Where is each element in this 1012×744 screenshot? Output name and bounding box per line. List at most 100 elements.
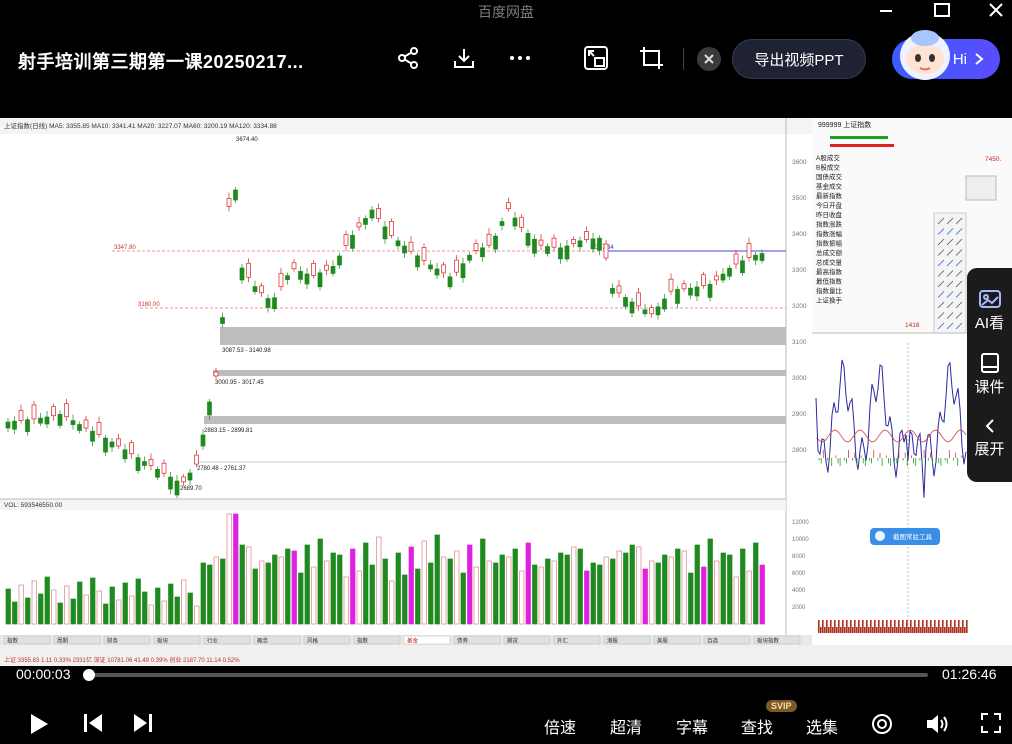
candle-body (181, 476, 186, 483)
candle-body (18, 410, 24, 421)
volume-bar (395, 552, 401, 625)
bottom-tab-label: 财务 (107, 637, 119, 645)
volume-bar (714, 560, 720, 625)
intraday-volume-bar (856, 627, 858, 633)
intraday-volume-bar (910, 620, 912, 633)
loop-button[interactable] (870, 712, 894, 736)
minimize-button[interactable] (866, 0, 906, 20)
volume-bar (525, 542, 531, 625)
candle-body (525, 233, 531, 246)
candle-body (350, 234, 355, 249)
low-label: 2689.70 (180, 486, 202, 492)
bottom-tab-label: 港股 (607, 637, 619, 645)
intraday-volume-bar (822, 620, 824, 633)
volume-bar (675, 548, 681, 625)
volume-bar (324, 560, 330, 625)
intraday-volume-bar (924, 627, 926, 633)
volume-bar (753, 542, 759, 625)
expand-panel-button[interactable]: 展开 (967, 416, 1012, 459)
intraday-volume-bar (860, 627, 862, 633)
intraday-volume-bar (844, 627, 846, 633)
close-window-button[interactable] (976, 0, 1012, 20)
intraday-volume-bar (858, 620, 860, 633)
export-ppt-button[interactable]: 导出视频PPT (732, 39, 866, 79)
bottom-tab-label: 外汇 (557, 637, 569, 645)
volume-bar (402, 574, 408, 625)
intraday-volume-bar (848, 627, 850, 633)
intraday-volume-bar (864, 627, 866, 633)
candle-body (532, 238, 537, 254)
more-button[interactable] (506, 44, 534, 72)
episodes-button[interactable]: 选集 (806, 714, 838, 738)
volume-bar (727, 554, 733, 625)
ai-image-icon (978, 290, 1001, 308)
svip-badge: SVIP (766, 700, 797, 712)
intraday-volume-bar (866, 620, 868, 633)
bottom-tab-label: 美股 (657, 637, 669, 645)
intraday-volume-bar (880, 627, 882, 633)
candle-body (512, 217, 518, 227)
maximize-button[interactable] (922, 0, 962, 20)
volume-bar (103, 603, 109, 625)
volume-bar (142, 591, 148, 625)
courseware-button[interactable]: 课件 (967, 352, 1012, 397)
candle-body (187, 472, 193, 481)
volume-bar (343, 576, 349, 625)
volume-bar (363, 542, 369, 625)
volume-bar (668, 556, 674, 625)
mini-window-button[interactable] (582, 44, 610, 72)
share-button[interactable] (394, 44, 422, 72)
svg-text:3100: 3100 (792, 339, 807, 346)
candle-body (70, 420, 76, 425)
volume-bar (122, 582, 128, 625)
info-panel-row-label: 国债成交 (816, 172, 843, 181)
volume-bar (168, 583, 174, 625)
bottom-tab-label: 周期 (57, 638, 69, 645)
volume-bar (356, 570, 362, 625)
download-button[interactable] (450, 44, 478, 72)
progress-row: 00:00:03 01:26:46 (0, 664, 1012, 686)
info-panel-row-label: 指数涨幅 (816, 229, 843, 238)
volume-icon (927, 715, 948, 733)
candle-body (389, 220, 394, 236)
volume-bar (538, 566, 544, 625)
subtitle-button[interactable]: 字幕 (676, 714, 708, 738)
previous-button[interactable] (82, 712, 104, 734)
volume-bar (642, 568, 648, 625)
volume-bar (200, 562, 206, 625)
tooltip-chip-label: 截图常驻工具 (893, 532, 933, 541)
search-button[interactable]: 查找 (741, 714, 773, 738)
fullscreen-button[interactable] (980, 712, 1002, 734)
svg-text:4000: 4000 (792, 588, 806, 594)
chevron-right-icon (975, 53, 984, 65)
info-panel-row-label: 基金成交 (816, 182, 843, 191)
intraday-volume-bar (906, 620, 908, 633)
candle-body (662, 298, 667, 310)
progress-knob[interactable] (82, 669, 95, 681)
fullscreen-crop-button[interactable] (638, 44, 666, 72)
volume-bar (571, 546, 577, 625)
volume-bar (96, 590, 102, 625)
gap-zone-4-label: 2780.48 - 2761.37 (197, 466, 246, 472)
volume-bar (460, 572, 466, 625)
candle-body (369, 209, 375, 219)
candle-body (428, 264, 433, 270)
peak-label: 3674.40 (236, 137, 258, 143)
fullscreen-icon (981, 713, 1001, 733)
close-panel-button[interactable] (697, 47, 721, 71)
video-player-area[interactable]: 上证指数(日线) MA5: 3355.85 MA10: 3341.41 MA20… (0, 118, 1012, 666)
candle-body (714, 275, 719, 281)
next-button[interactable] (132, 712, 154, 734)
quality-button[interactable]: 超清 (610, 714, 642, 738)
ai-watch-button[interactable]: AI看 (967, 288, 1012, 333)
volume-button[interactable] (925, 712, 951, 736)
volume-bar (733, 576, 739, 625)
volume-bar (285, 548, 291, 625)
progress-bar[interactable] (82, 669, 928, 681)
candle-body (77, 424, 82, 431)
ai-watch-label: AI看 (974, 315, 1005, 332)
play-button[interactable] (28, 712, 50, 736)
intraday-volume-bar (868, 627, 870, 633)
speed-button[interactable]: 倍速 (544, 714, 576, 738)
candle-body (155, 468, 160, 478)
